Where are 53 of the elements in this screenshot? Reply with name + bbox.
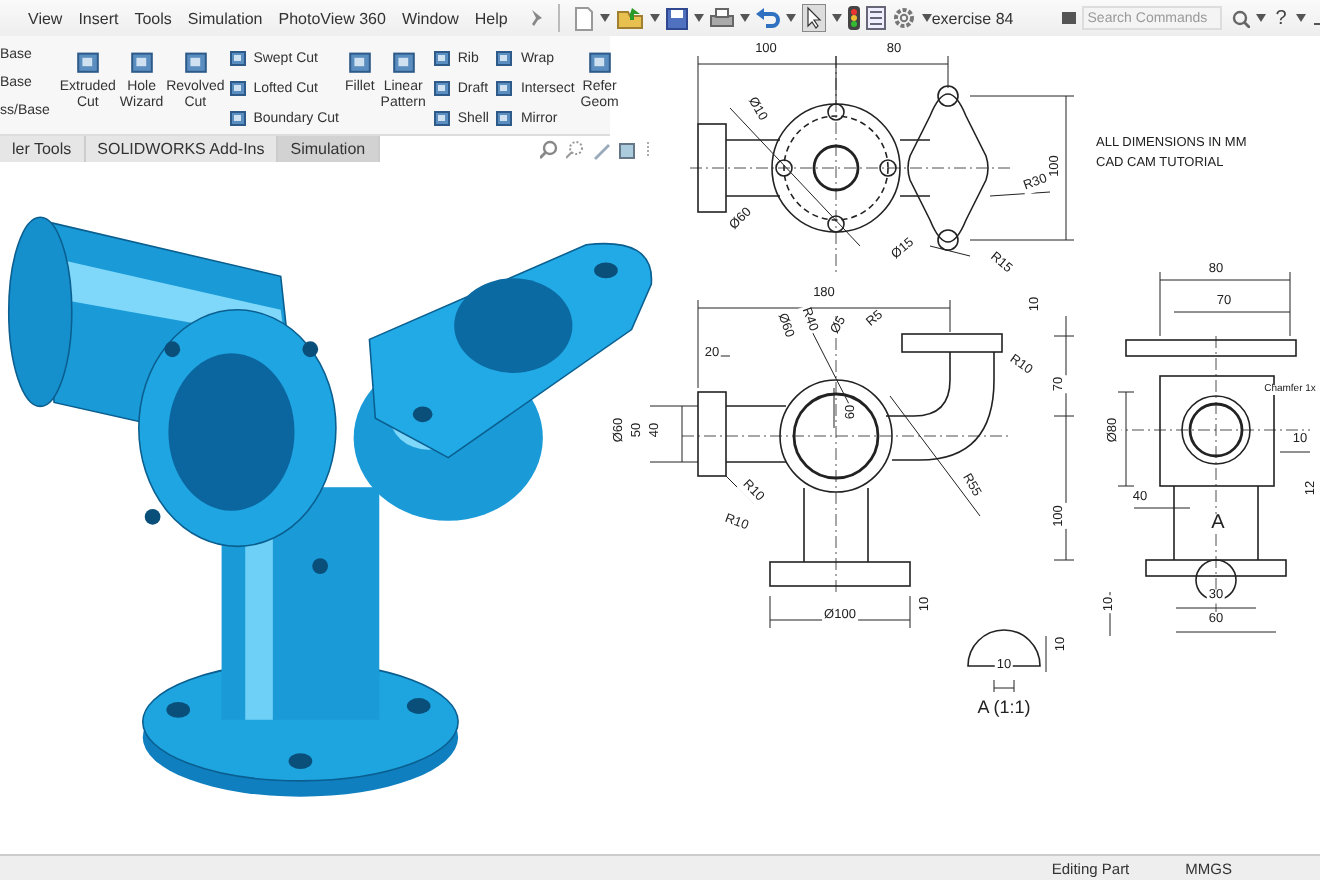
feature-icon — [494, 108, 515, 128]
menu-item[interactable]: View — [20, 9, 71, 27]
help-button[interactable]: ? — [1271, 7, 1291, 29]
feature-icon — [345, 48, 374, 76]
caret-icon[interactable] — [1296, 14, 1307, 22]
caret-icon[interactable] — [599, 14, 610, 22]
command-icon — [1061, 12, 1076, 24]
pointer-icon[interactable] — [801, 4, 826, 32]
feature-icon — [431, 48, 452, 68]
ribbon-tab[interactable]: SOLIDWORKS Add-Ins — [85, 136, 279, 162]
new-document-icon[interactable] — [573, 5, 594, 31]
menu-item[interactable]: Window — [393, 9, 467, 27]
feature-icon — [494, 78, 515, 98]
print-icon[interactable] — [709, 8, 734, 28]
feature-icon — [431, 78, 452, 98]
document-title: exercise 84 — [931, 9, 1014, 27]
feature-icon — [585, 48, 614, 76]
search-icon[interactable] — [539, 139, 560, 159]
feature-icon — [389, 48, 418, 76]
menu-item[interactable]: Help — [466, 9, 516, 27]
search-icon[interactable] — [1231, 9, 1250, 27]
box-icon[interactable] — [617, 139, 638, 159]
open-folder-icon[interactable] — [615, 6, 644, 30]
ribbon-tab[interactable]: ler Tools — [0, 136, 86, 162]
traffic-light-icon[interactable] — [847, 6, 860, 30]
list-icon[interactable] — [865, 6, 886, 30]
detail-view-drawing — [967, 629, 1047, 693]
caret-icon[interactable] — [649, 14, 660, 22]
caret-icon[interactable] — [739, 14, 750, 22]
caret-icon[interactable] — [831, 14, 842, 22]
section-label: A — [1209, 514, 1227, 534]
menu-item[interactable]: PhotoView 360 — [270, 9, 394, 27]
feature-icon — [73, 48, 102, 76]
feature-icon — [181, 48, 210, 76]
detail-title: A (1:1) — [975, 699, 1033, 717]
menu-item[interactable]: Insert — [70, 9, 127, 27]
feature-icon — [227, 48, 248, 68]
menu-item[interactable]: Simulation — [179, 9, 271, 27]
feature-icon — [494, 48, 515, 68]
zoom-area-icon[interactable] — [565, 139, 586, 159]
menu-item[interactable]: Tools — [126, 9, 180, 27]
feature-icon — [227, 78, 248, 98]
caret-icon[interactable] — [785, 14, 796, 22]
feature-icon — [227, 108, 248, 128]
ribbon-tab[interactable]: Simulation — [278, 136, 380, 162]
caret-icon[interactable] — [921, 14, 932, 22]
feature-icon — [431, 108, 452, 128]
settings-icon[interactable] — [891, 6, 916, 30]
save-icon[interactable] — [665, 7, 688, 29]
undo-icon[interactable] — [755, 8, 780, 28]
feature-icon — [127, 48, 156, 76]
caret-icon[interactable] — [1255, 14, 1266, 22]
caret-icon[interactable] — [693, 14, 704, 22]
